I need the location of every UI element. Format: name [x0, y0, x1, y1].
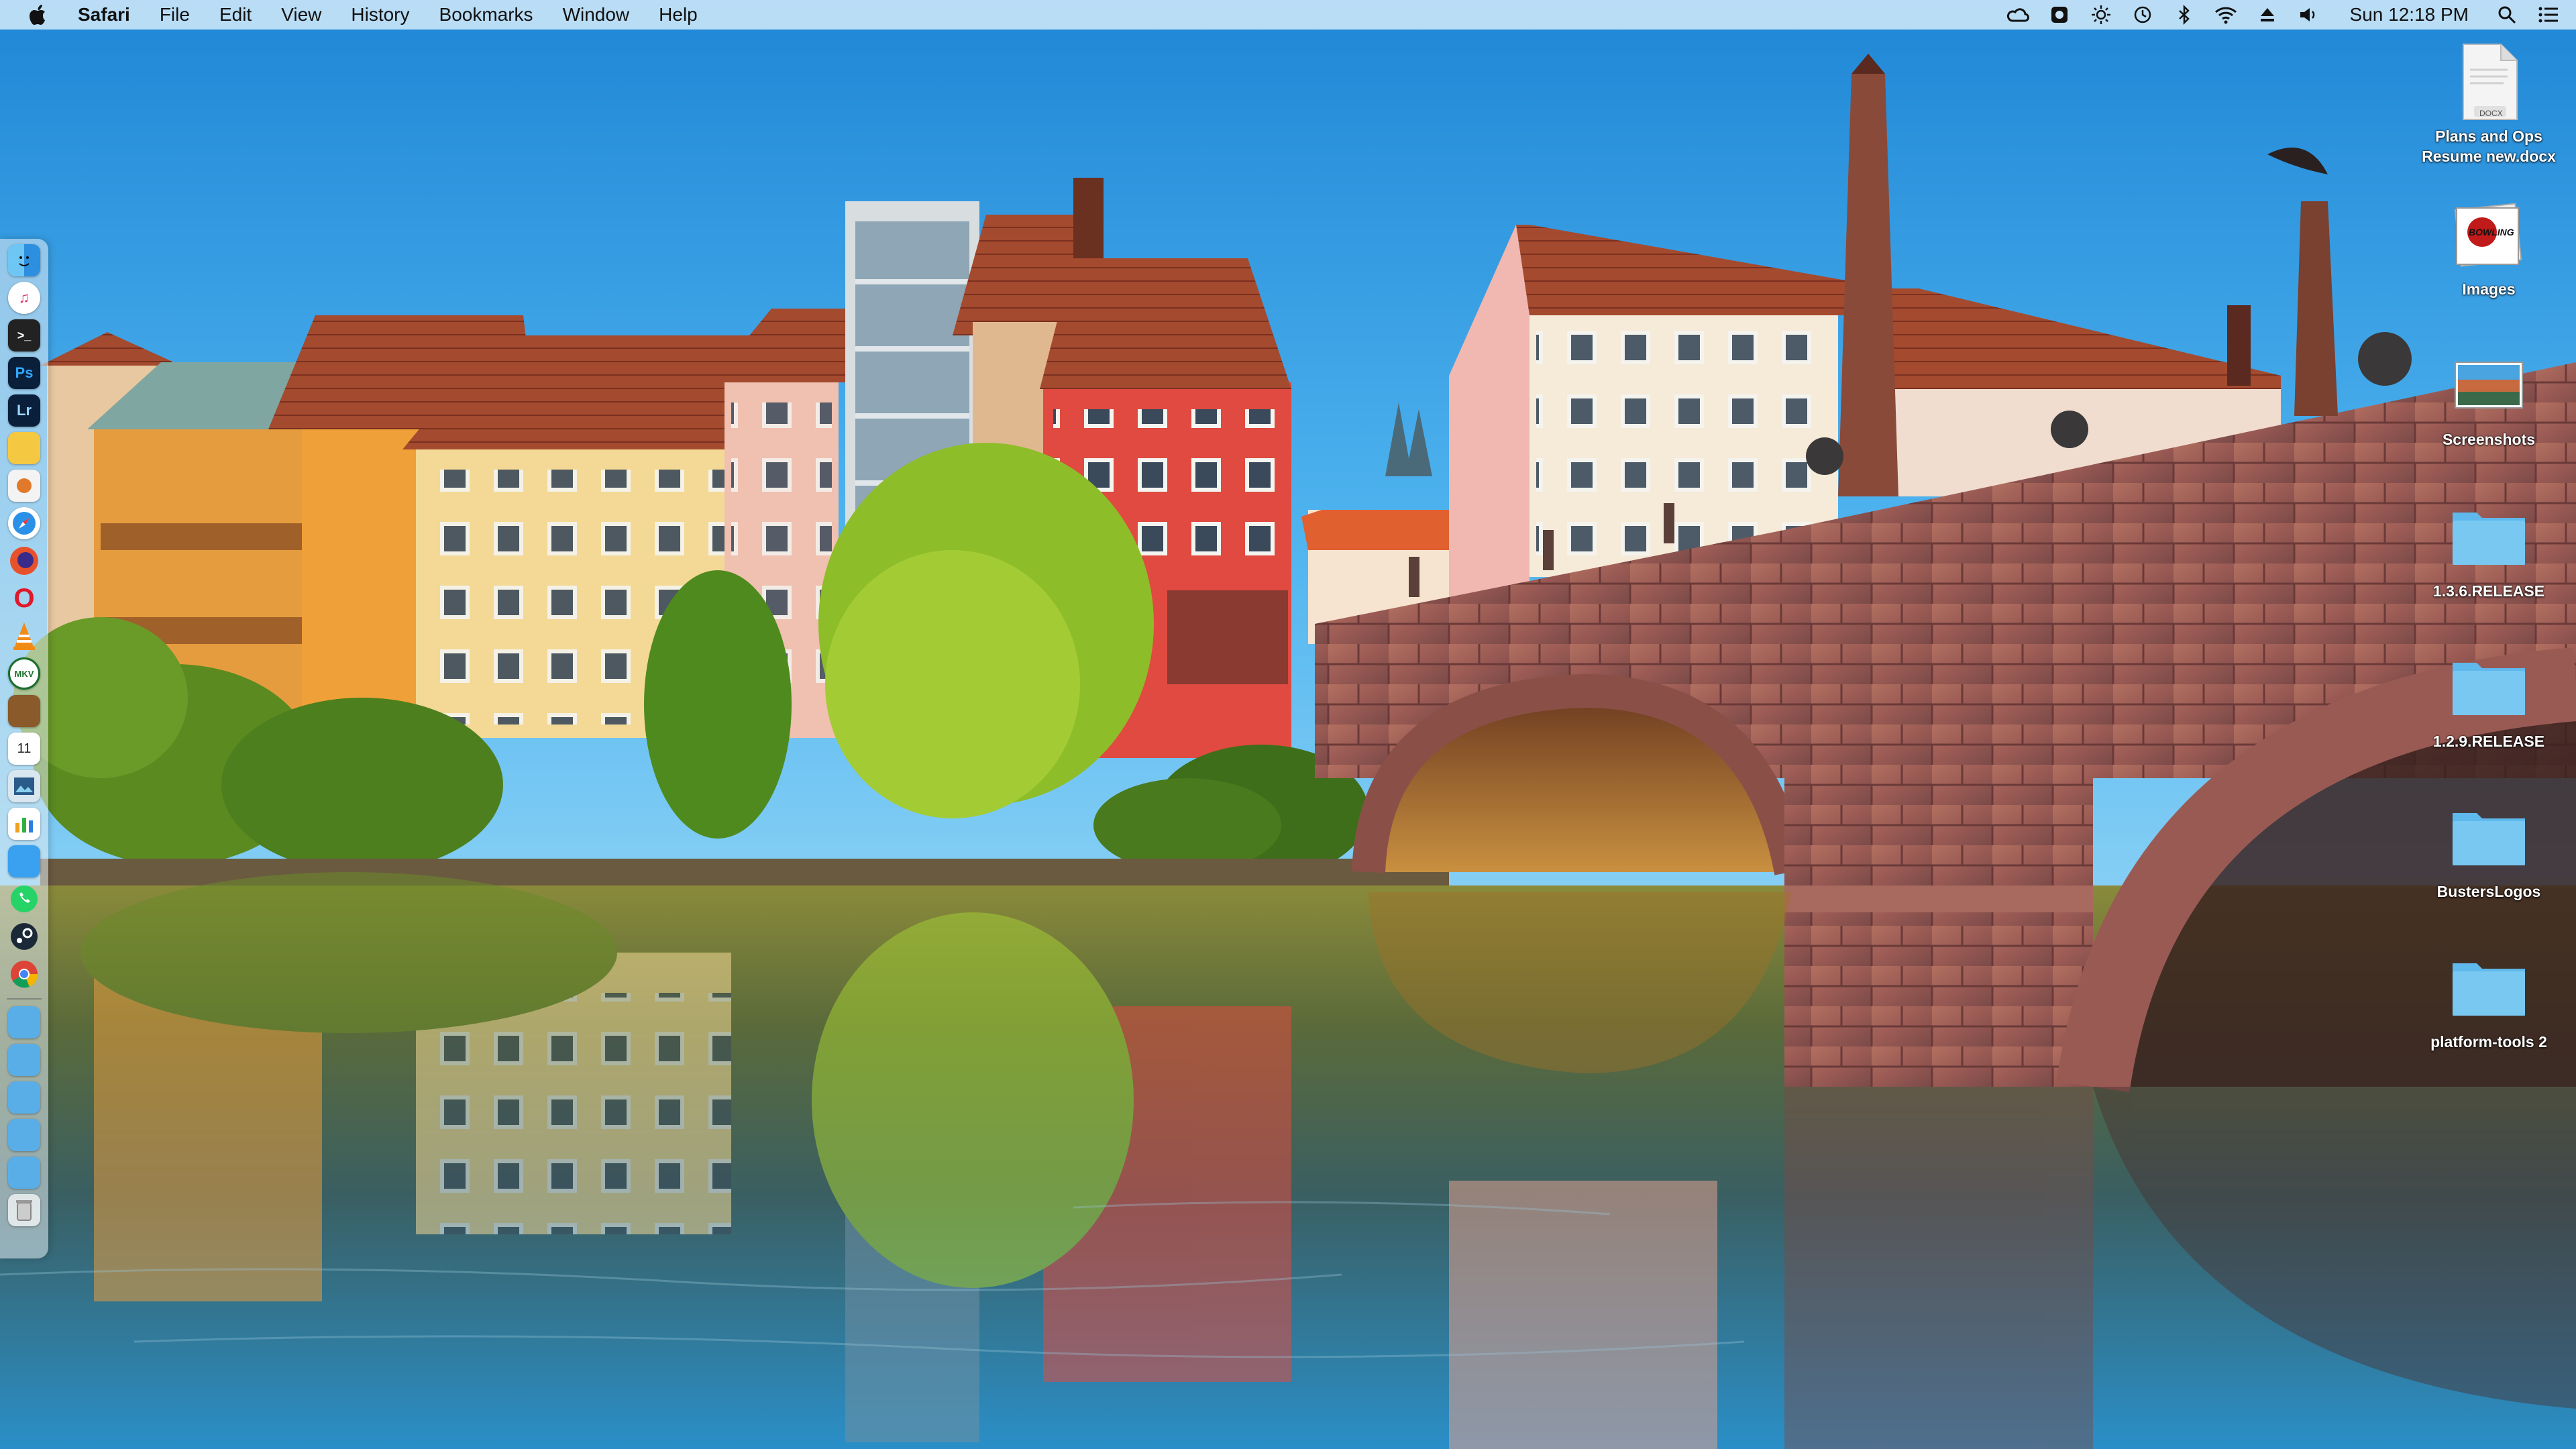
- folder-icon: [2449, 947, 2529, 1028]
- opera-icon[interactable]: O: [8, 582, 40, 614]
- desktop-icon-resume-docx[interactable]: DOCX Plans and Ops Resume new.docx: [2408, 42, 2569, 166]
- trash-icon[interactable]: [8, 1194, 40, 1226]
- applications-folder-icon[interactable]: [8, 1006, 40, 1038]
- dock: ♫ >_ Ps Lr O MKV 11: [0, 239, 48, 1258]
- menu-edit[interactable]: Edit: [205, 0, 266, 30]
- desktop-icon-images[interactable]: BOWLING Images: [2408, 195, 2569, 299]
- desktop-icon-folder-platform-tools-2[interactable]: platform-tools 2: [2408, 947, 2569, 1052]
- wifi-icon[interactable]: [2214, 3, 2237, 26]
- folder-icon: [2449, 647, 2529, 727]
- photoshop-icon[interactable]: Ps: [8, 357, 40, 389]
- book-icon[interactable]: [8, 695, 40, 727]
- docx-badge: DOCX: [2479, 109, 2503, 118]
- menu-view[interactable]: View: [266, 0, 336, 30]
- notification-center-icon[interactable]: [2537, 3, 2560, 26]
- desktop-icon-label: Screenshots: [2442, 431, 2536, 448]
- menu-app-name[interactable]: Safari: [72, 0, 145, 30]
- desktop-icon-screenshots[interactable]: Screenshots: [2408, 345, 2569, 449]
- desktop-icon-label: Plans and Ops Resume new.docx: [2422, 127, 2556, 165]
- app-extension-icon[interactable]: [2048, 3, 2071, 26]
- image-badge-text: BOWLING: [2469, 227, 2514, 237]
- screenshots-folder-icon[interactable]: [8, 1157, 40, 1189]
- preview-icon[interactable]: [8, 770, 40, 802]
- desktop-icon-label: BustersLogos: [2436, 883, 2541, 900]
- docx-file-icon: DOCX: [2449, 42, 2529, 122]
- menu-bar-clock[interactable]: Sun 12:18 PM: [2350, 4, 2469, 25]
- spotlight-icon[interactable]: [2496, 3, 2518, 26]
- status-area: Sun 12:18 PM: [1997, 0, 2576, 30]
- menu-bar: Safari File Edit View History Bookmarks …: [0, 0, 2576, 30]
- downloads-folder-icon[interactable]: [8, 1044, 40, 1076]
- menu-file[interactable]: File: [145, 0, 205, 30]
- creative-cloud-icon[interactable]: [2006, 3, 2029, 26]
- menu-window[interactable]: Window: [548, 0, 645, 30]
- time-machine-icon[interactable]: [2131, 3, 2154, 26]
- firefox-icon[interactable]: [8, 545, 40, 577]
- lightroom-icon[interactable]: Lr: [8, 394, 40, 427]
- volume-icon[interactable]: [2298, 3, 2320, 26]
- screenshot-file-icon: [2449, 345, 2529, 425]
- menu-history[interactable]: History: [336, 0, 424, 30]
- brightness-icon[interactable]: [2090, 3, 2112, 26]
- notes-icon[interactable]: [8, 432, 40, 464]
- mkv-icon[interactable]: MKV: [8, 657, 40, 690]
- folder-icon: [2449, 797, 2529, 877]
- apple-menu-icon[interactable]: [25, 0, 52, 30]
- steam-icon[interactable]: [8, 920, 40, 953]
- finder-icon[interactable]: [8, 244, 40, 276]
- dock-separator: [7, 998, 42, 1000]
- bluetooth-icon[interactable]: [2173, 3, 2196, 26]
- chrome-icon[interactable]: [8, 958, 40, 990]
- desktop-icon-folder-busterslogos[interactable]: BustersLogos: [2408, 797, 2569, 902]
- app-icon[interactable]: [8, 470, 40, 502]
- app-store-icon[interactable]: [8, 845, 40, 877]
- desktop-icon-label: Images: [2462, 280, 2516, 298]
- menu-help[interactable]: Help: [644, 0, 712, 30]
- desktop-wallpaper: [0, 0, 2576, 1449]
- safari-icon[interactable]: [8, 507, 40, 539]
- desktop-icon-label: 1.3.6.RELEASE: [2432, 582, 2545, 600]
- desktop-icon-label: 1.2.9.RELEASE: [2432, 733, 2545, 750]
- desktop-icon-label: platform-tools 2: [2430, 1033, 2547, 1051]
- calendar-icon[interactable]: 11: [8, 733, 40, 765]
- whatsapp-icon[interactable]: [8, 883, 40, 915]
- itunes-icon[interactable]: ♫: [8, 282, 40, 314]
- eject-icon[interactable]: [2256, 3, 2279, 26]
- vlc-icon[interactable]: [8, 620, 40, 652]
- folder-icon: [2449, 496, 2529, 577]
- menu-bookmarks[interactable]: Bookmarks: [425, 0, 548, 30]
- numbers-icon[interactable]: [8, 808, 40, 840]
- image-stack-icon: BOWLING: [2449, 195, 2529, 275]
- terminal-icon[interactable]: >_: [8, 319, 40, 352]
- desktop-icon-folder-1-3-6[interactable]: 1.3.6.RELEASE: [2408, 496, 2569, 601]
- documents-folder-icon[interactable]: [8, 1081, 40, 1114]
- desktop-folder-icon[interactable]: [8, 1119, 40, 1151]
- desktop-icon-folder-1-2-9[interactable]: 1.2.9.RELEASE: [2408, 647, 2569, 751]
